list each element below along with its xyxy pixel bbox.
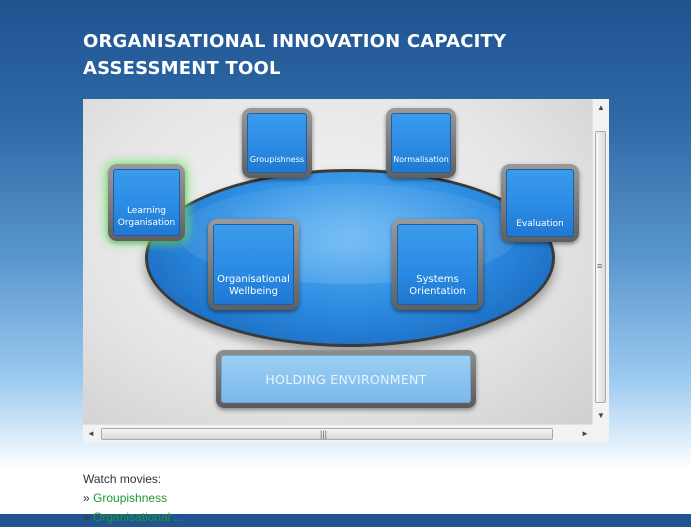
- node-groupishness-label: Groupishness: [249, 155, 305, 164]
- node-systems-orientation[interactable]: Systems Orientation: [392, 219, 483, 310]
- vertical-scroll-thumb[interactable]: ≡: [595, 131, 606, 403]
- page-title: ORGANISATIONAL INNOVATION CAPACITY ASSES…: [83, 28, 523, 82]
- scroll-left-icon[interactable]: ◄: [83, 430, 99, 438]
- holding-environment-button[interactable]: HOLDING ENVIRONMENT: [216, 350, 476, 408]
- scroll-up-icon[interactable]: ▲: [593, 104, 609, 112]
- horizontal-grip-icon: |||: [320, 429, 328, 439]
- page-title-line-2: ASSESSMENT TOOL: [83, 58, 281, 79]
- movies-section: Watch movies: » Groupishness » Organisat…: [83, 470, 184, 527]
- movies-heading: Watch movies:: [83, 472, 162, 486]
- horizontal-scroll-thumb[interactable]: |||: [101, 428, 553, 440]
- node-wellbeing-label-1: Organisational: [217, 274, 290, 285]
- node-groupishness[interactable]: Groupishness: [242, 108, 312, 178]
- node-systems-label-2: Orientation: [409, 286, 466, 297]
- movie-list-item: » Groupishness: [83, 489, 184, 508]
- bullet-icon: »: [83, 491, 90, 505]
- innovation-diagram: Groupishness Normalisation Learning Orga…: [83, 99, 593, 425]
- node-learning-label-2: Organisation: [117, 218, 176, 228]
- node-learning-organisation[interactable]: Learning Organisation: [108, 164, 185, 241]
- node-evaluation[interactable]: Evaluation: [501, 164, 579, 242]
- movie-list-item: » Organisational ...: [83, 508, 184, 527]
- node-systems-label-1: Systems: [416, 274, 459, 285]
- scroll-corner: [593, 425, 609, 443]
- node-wellbeing-label-2: Wellbeing: [229, 286, 278, 297]
- movie-link-organisational[interactable]: Organisational ...: [93, 510, 184, 524]
- vertical-scrollbar[interactable]: ▲ ≡ ▼: [592, 99, 609, 425]
- node-learning-label-1: Learning: [126, 206, 167, 216]
- movie-link-groupishness[interactable]: Groupishness: [93, 491, 167, 505]
- node-evaluation-label: Evaluation: [516, 219, 564, 229]
- node-normalisation[interactable]: Normalisation: [386, 108, 456, 178]
- scroll-down-icon[interactable]: ▼: [593, 412, 609, 420]
- scroll-right-icon[interactable]: ►: [577, 430, 593, 438]
- bullet-icon: »: [83, 510, 90, 524]
- page-title-line-1: ORGANISATIONAL INNOVATION CAPACITY: [83, 31, 507, 52]
- holding-environment-label: HOLDING ENVIRONMENT: [221, 355, 471, 403]
- node-normalisation-label: Normalisation: [393, 155, 449, 164]
- node-organisational-wellbeing[interactable]: Organisational Wellbeing: [208, 219, 299, 310]
- horizontal-scrollbar[interactable]: ◄ ||| ►: [83, 424, 593, 443]
- vertical-grip-icon: ≡: [597, 261, 603, 271]
- diagram-viewer: Groupishness Normalisation Learning Orga…: [83, 99, 609, 443]
